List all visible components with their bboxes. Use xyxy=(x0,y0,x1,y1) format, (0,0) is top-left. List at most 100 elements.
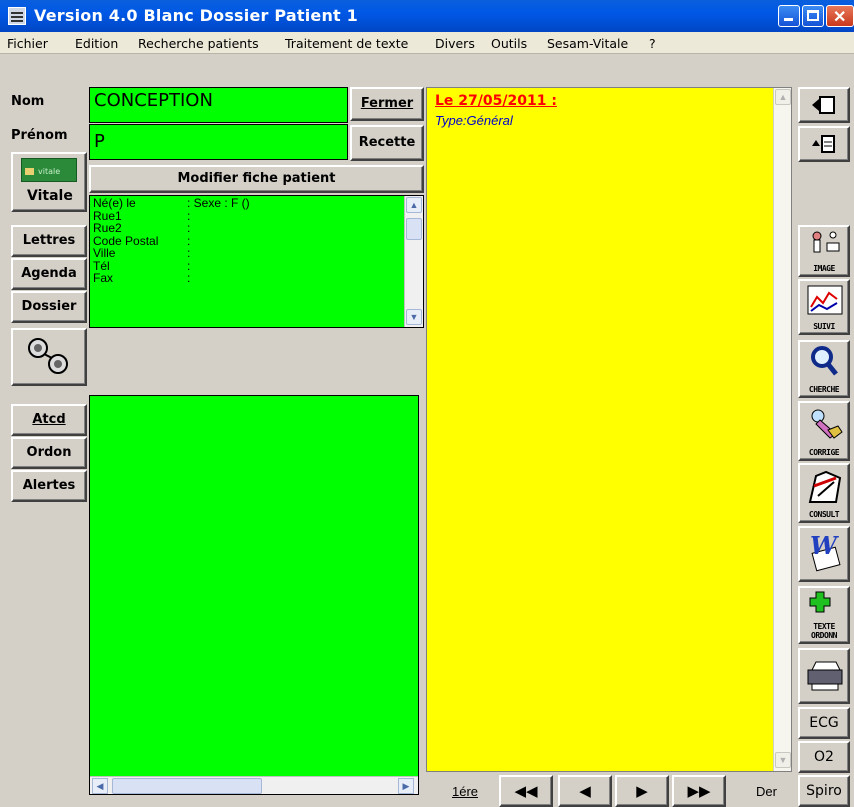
svg-text:W: W xyxy=(810,532,839,560)
menu-edition[interactable]: Edition xyxy=(75,36,118,51)
magnifier-icon xyxy=(811,346,838,376)
eraser-icon xyxy=(811,409,843,439)
panel-left-icon xyxy=(812,96,835,114)
printer-icon xyxy=(807,661,843,691)
record-scroll-up-icon[interactable]: ▲ xyxy=(775,89,791,105)
vitale-label: Vitale xyxy=(27,188,73,204)
agenda-button[interactable]: Agenda xyxy=(11,258,87,290)
agenda-label: Agenda xyxy=(21,266,77,281)
recette-button[interactable]: Recette xyxy=(350,125,424,161)
nom-field[interactable]: CONCEPTION xyxy=(89,87,348,123)
image-tool-button[interactable]: IMAGE xyxy=(798,225,850,277)
green-cross-icon xyxy=(809,591,831,613)
record-panel[interactable]: Le 27/05/2011 : Type:Général ▲ ▼ xyxy=(426,87,792,772)
fermer-label: Fermer xyxy=(360,96,414,111)
nav-first-page-button[interactable]: ◀◀ xyxy=(499,775,553,807)
menu-outils[interactable]: Outils xyxy=(491,36,527,51)
info-scrollbar[interactable]: ▲ ▼ xyxy=(404,196,423,327)
maximize-button[interactable] xyxy=(802,5,824,27)
cherche-tool-caption: CHERCHE xyxy=(808,385,840,394)
image-tool-caption: IMAGE xyxy=(813,264,835,273)
suivi-tool-caption: SUIVI xyxy=(813,322,835,331)
texte-ordonn-tool-button[interactable]: TEXTE ORDONN xyxy=(798,586,850,644)
o2-label: O2 xyxy=(814,749,834,765)
atcd-button[interactable]: Atcd xyxy=(11,404,87,436)
ecg-button[interactable]: ECG xyxy=(798,707,850,739)
scroll-down-icon[interactable]: ▼ xyxy=(406,309,422,325)
menu-fichier[interactable]: Fichier xyxy=(7,36,48,51)
title-bar: Version 4.0 Blanc Dossier Patient 1 ✕ xyxy=(0,0,854,32)
corrige-tool-button[interactable]: CORRIGE xyxy=(798,401,850,461)
record-scroll-down-icon[interactable]: ▼ xyxy=(775,752,791,768)
fermer-button[interactable]: Fermer xyxy=(350,87,424,121)
panel-left-button[interactable] xyxy=(798,87,850,123)
atcd-text-area[interactable]: ◀ ▶ xyxy=(89,395,419,795)
prenom-field[interactable]: P xyxy=(89,124,348,160)
suivi-tool-button[interactable]: SUIVI xyxy=(798,279,850,335)
info-row: Fax: xyxy=(93,272,393,285)
ordon-button[interactable]: Ordon xyxy=(11,437,87,469)
scroll-left-icon[interactable]: ◀ xyxy=(92,778,108,794)
hscroll-thumb[interactable] xyxy=(112,778,262,794)
menu-divers[interactable]: Divers xyxy=(435,36,475,51)
ordon-label: Ordon xyxy=(26,445,72,460)
binoculars-button[interactable] xyxy=(11,328,87,386)
nav-last[interactable]: Der xyxy=(756,784,777,799)
dossier-label: Dossier xyxy=(21,299,77,314)
record-type-line: Type:Général xyxy=(435,113,513,128)
nav-prev-button[interactable]: ◀ xyxy=(558,775,612,807)
record-scrollbar[interactable]: ▲ ▼ xyxy=(773,88,791,771)
word-tool-button[interactable]: W xyxy=(798,526,850,582)
info-row: Né(e) le : Sexe : F () xyxy=(93,197,393,210)
patient-info-list: Né(e) le: Sexe : F () Rue1: Rue2: Code P… xyxy=(93,197,393,285)
modifier-fiche-button[interactable]: Modifier fiche patient xyxy=(89,165,424,193)
scroll-thumb[interactable] xyxy=(406,218,422,240)
nav-next-button[interactable]: ▶ xyxy=(615,775,669,807)
panel-up-button[interactable] xyxy=(798,126,850,162)
scroll-right-icon[interactable]: ▶ xyxy=(398,778,414,794)
window-title: Version 4.0 Blanc Dossier Patient 1 xyxy=(34,6,358,25)
atcd-hscrollbar[interactable]: ◀ ▶ xyxy=(90,776,418,794)
info-label: Né(e) le xyxy=(93,196,136,210)
info-row: Rue1: xyxy=(93,209,393,223)
print-tool-button[interactable] xyxy=(798,648,850,704)
ecg-label: ECG xyxy=(809,715,839,731)
nom-label: Nom xyxy=(11,94,45,109)
texte-ordonn-caption: TEXTE ORDONN xyxy=(811,622,837,640)
cherche-tool-button[interactable]: CHERCHE xyxy=(798,340,850,398)
right-arrow-icon: ▶ xyxy=(636,782,648,800)
nav-last-label: Der xyxy=(756,784,777,799)
vitale-button[interactable]: vitale Vitale xyxy=(11,152,87,212)
consult-tool-caption: CONSULT xyxy=(808,510,840,519)
binoculars-icon xyxy=(28,338,68,374)
info-value: : Sexe : F () xyxy=(187,196,250,210)
info-label: Fax xyxy=(93,271,114,285)
info-label: Rue2 xyxy=(93,221,122,235)
menu-bar: Fichier Edition Recherche patients Trait… xyxy=(0,32,854,54)
close-button[interactable]: ✕ xyxy=(826,5,854,27)
lettres-button[interactable]: Lettres xyxy=(11,225,87,257)
panel-up-icon xyxy=(812,135,835,153)
o2-button[interactable]: O2 xyxy=(798,741,850,773)
menu-help[interactable]: ? xyxy=(649,36,656,51)
minimize-button[interactable] xyxy=(778,5,800,27)
word-processor-icon: W xyxy=(810,532,841,572)
info-row: Code Postal: xyxy=(93,234,393,248)
alertes-button[interactable]: Alertes xyxy=(11,470,87,502)
nav-last-page-button[interactable]: ▶▶ xyxy=(672,775,726,807)
consult-tool-button[interactable]: CONSULT xyxy=(798,463,850,523)
vitale-card-text: vitale xyxy=(38,167,61,176)
chart-icon xyxy=(807,285,843,315)
dossier-button[interactable]: Dossier xyxy=(11,291,87,323)
info-row: Ville: xyxy=(93,247,393,260)
vitale-card-icon: vitale xyxy=(21,158,77,182)
nav-first[interactable]: 1ére xyxy=(452,784,478,799)
menu-recherche-patients[interactable]: Recherche patients xyxy=(138,36,259,51)
prenom-value: P xyxy=(94,131,105,152)
image-tool-icon xyxy=(812,231,840,253)
spiro-button[interactable]: Spiro xyxy=(798,775,850,807)
menu-sesam-vitale[interactable]: Sesam-Vitale xyxy=(547,36,628,51)
record-date-heading: Le 27/05/2011 : xyxy=(435,93,557,109)
menu-traitement-de-texte[interactable]: Traitement de texte xyxy=(285,36,408,51)
scroll-up-icon[interactable]: ▲ xyxy=(406,197,422,213)
